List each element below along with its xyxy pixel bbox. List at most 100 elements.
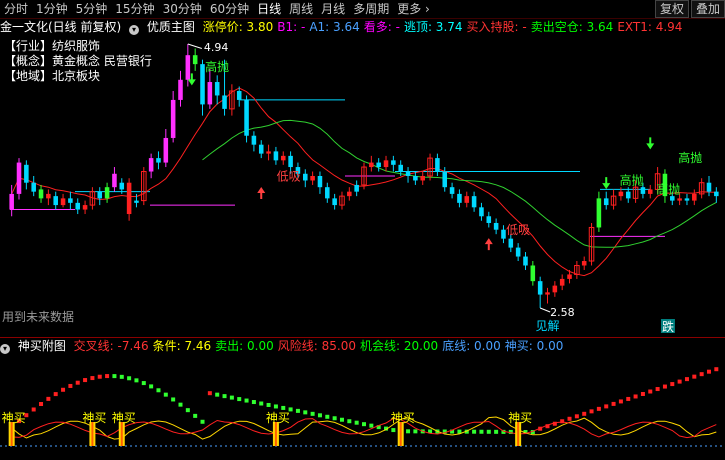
candle — [236, 86, 242, 107]
period-tab[interactable]: 更多 › — [393, 0, 434, 18]
period-tab[interactable]: 1分钟 — [32, 0, 72, 18]
candlestick-chart[interactable]: 4.942.58高抛高抛高抛高抛低吸低吸见解跌 — [0, 36, 725, 336]
period-tabs: 分时 1分钟 5分钟 15分钟 30分钟 60分钟 日线 周线 月线 多周期 更多 › — [0, 0, 434, 18]
period-tab[interactable]: 30分钟 — [159, 0, 206, 18]
signal-dot — [479, 429, 484, 434]
candle — [24, 160, 29, 190]
signal-dot — [61, 387, 66, 392]
indicator-value: 交叉线: -7.46 — [73, 339, 149, 353]
signal-dot — [472, 429, 477, 434]
candle — [684, 193, 690, 206]
candle — [97, 187, 103, 206]
candle — [471, 191, 477, 212]
signal-dot — [626, 396, 631, 401]
indicator-value: 机会线: 20.00 — [359, 339, 439, 353]
signal-dot — [391, 428, 396, 433]
sub-indicator-name[interactable]: 神买附图 — [18, 339, 66, 353]
buy-bar-core — [274, 422, 277, 446]
candle — [464, 191, 470, 208]
period-tab[interactable]: 15分钟 — [111, 0, 158, 18]
signal-dot — [706, 369, 711, 374]
signal-dot — [259, 401, 264, 406]
candle — [126, 178, 132, 221]
candle — [369, 155, 374, 172]
candle — [16, 158, 22, 200]
overlay-button[interactable]: 叠加 — [690, 0, 725, 18]
candle — [405, 167, 411, 183]
high-sell-label: 高抛 — [620, 172, 644, 187]
signal-dot — [670, 382, 675, 387]
signal-dot — [83, 378, 88, 383]
candle — [706, 176, 712, 197]
candle — [156, 151, 161, 170]
candle — [647, 184, 653, 199]
sub-chart-header: ▾ 神买附图 交叉线: -7.46 条件: 7.46 卖出: 0.00 风险线: 85… — [0, 337, 725, 354]
arrow-down-icon — [602, 177, 611, 190]
period-tab[interactable]: 60分钟 — [206, 0, 253, 18]
candle — [376, 158, 381, 172]
indicator-value: 逃顶: 3.74 — [403, 20, 463, 34]
signal-dot — [156, 388, 161, 393]
candle — [347, 187, 352, 201]
candle — [170, 90, 176, 143]
candle — [229, 84, 235, 116]
signal-dot — [251, 400, 256, 405]
signal-dot — [611, 401, 616, 406]
jie-label: 见解 — [536, 319, 560, 333]
indicator-value: 涨停价: 3.80 — [202, 20, 274, 34]
buy-signal-label: 神买 — [2, 411, 26, 425]
candle — [332, 193, 337, 210]
period-tab[interactable]: 日线 — [253, 0, 285, 18]
candle — [310, 171, 315, 185]
arrow-up-icon — [257, 186, 266, 199]
high-sell-label: 高抛 — [656, 181, 680, 196]
signal-dot — [171, 397, 176, 402]
signal-dot — [633, 394, 638, 399]
signal-dot — [494, 429, 499, 434]
candle — [420, 171, 425, 185]
period-toolbar: 分时 1分钟 5分钟 15分钟 30分钟 60分钟 日线 周线 月线 多周期 更多 › 复权 叠加 — [0, 0, 725, 19]
signal-dot — [662, 384, 667, 389]
chevron-down-icon[interactable]: ▾ — [0, 344, 10, 354]
candle — [692, 189, 697, 206]
buy-bar-core — [517, 422, 520, 446]
candle — [383, 155, 389, 172]
signal-dot — [369, 423, 374, 428]
candle — [68, 191, 73, 210]
indicator-value: 风险线: 85.00 — [277, 339, 356, 353]
indicator-name[interactable]: 优质主图 — [147, 20, 195, 34]
low-buy-label: 低吸 — [277, 169, 301, 183]
period-tab[interactable]: 5分钟 — [72, 0, 112, 18]
signal-dot — [354, 420, 359, 425]
signal-dot — [684, 377, 689, 382]
candle — [244, 95, 249, 143]
candle — [413, 171, 418, 185]
signal-dot — [677, 379, 682, 384]
future-data-note: 用到未来数据 — [2, 310, 75, 324]
candle — [559, 274, 565, 291]
candle — [486, 211, 492, 228]
candle — [552, 281, 558, 297]
indicator-values: 涨停价: 3.80 B1: - A1: 3.64 看多: - 逃顶: 3.74 买入持股:… — [203, 20, 687, 34]
period-tab[interactable]: 月线 — [317, 0, 349, 18]
candle — [530, 261, 536, 286]
signal-dot — [105, 374, 110, 379]
candle — [354, 180, 359, 197]
period-tab[interactable]: 周线 — [285, 0, 317, 18]
period-tab[interactable]: 多周期 — [349, 0, 393, 18]
high-sell-label: 高抛 — [678, 150, 702, 165]
candle — [60, 193, 66, 208]
chevron-down-icon[interactable]: ▾ — [129, 25, 140, 35]
indicator-value: 买入持股: - — [466, 20, 527, 34]
candle — [596, 191, 602, 232]
sub-indicator-chart[interactable]: 神买 神买 神买 神买 神买 神买 — [0, 354, 725, 460]
restore-rights-button[interactable]: 复权 — [654, 0, 689, 18]
high-sell-label: 高抛 — [205, 59, 229, 74]
period-tab[interactable]: 分时 — [0, 0, 32, 18]
signal-dot — [185, 408, 190, 413]
signal-dot — [332, 416, 337, 421]
indicator-value: 条件: 7.46 — [152, 339, 212, 353]
toolbar-right: 复权 叠加 — [653, 0, 725, 18]
candle — [537, 276, 543, 308]
signal-dot — [207, 391, 212, 396]
